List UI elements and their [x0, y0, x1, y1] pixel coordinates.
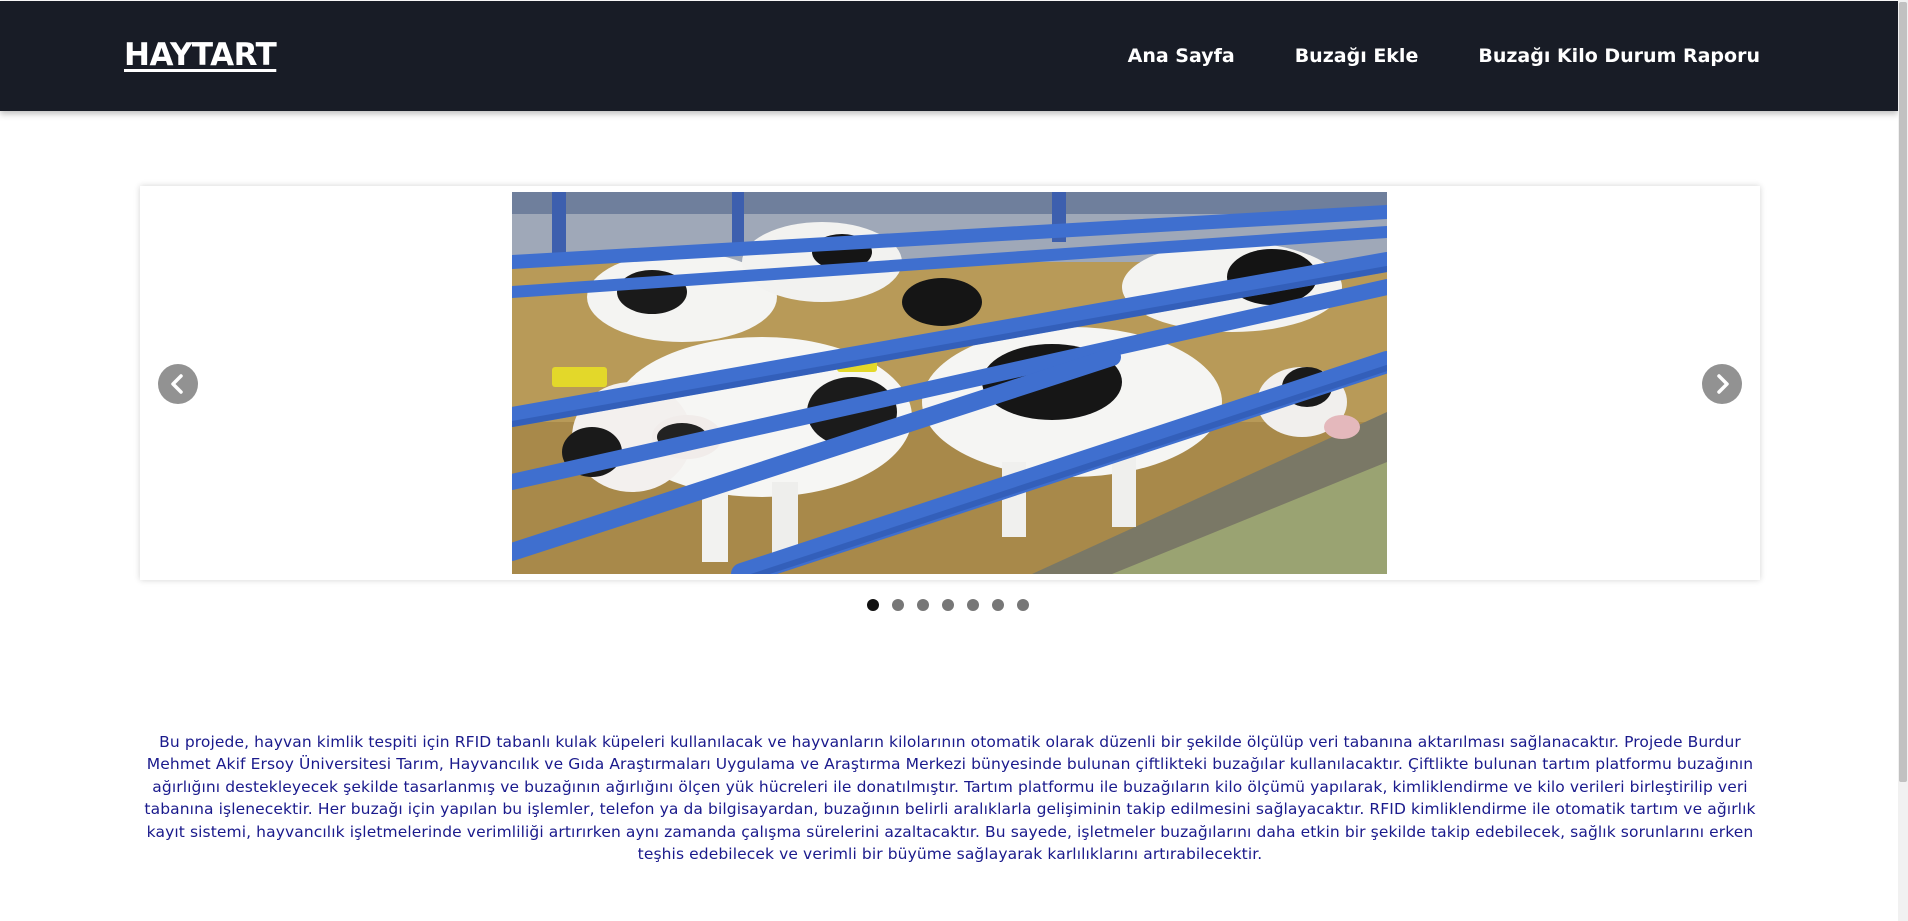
- carousel-indicators: [867, 599, 1029, 611]
- nav-link-add-calf[interactable]: Buzağı Ekle: [1295, 45, 1419, 67]
- carousel-dot-1[interactable]: [867, 599, 879, 611]
- chevron-left-icon: [171, 374, 183, 394]
- chevron-right-icon: [1717, 374, 1729, 394]
- project-description: Bu projede, hayvan kimlik tespiti için R…: [144, 732, 1756, 864]
- calves-photo: [512, 192, 1387, 574]
- nav-link-home[interactable]: Ana Sayfa: [1128, 45, 1235, 67]
- carousel-prev-button[interactable]: [158, 364, 198, 404]
- nav-links: Ana Sayfa Buzağı Ekle Buzağı Kilo Durum …: [1128, 45, 1760, 67]
- brand-link[interactable]: HAYTART: [124, 37, 277, 73]
- scrollbar[interactable]: [1898, 0, 1908, 921]
- carousel-dot-7[interactable]: [1017, 599, 1029, 611]
- scrollbar-thumb[interactable]: [1899, 2, 1907, 782]
- carousel-dot-5[interactable]: [967, 599, 979, 611]
- carousel-next-button[interactable]: [1702, 364, 1742, 404]
- nav-link-weight-report[interactable]: Buzağı Kilo Durum Raporu: [1478, 45, 1760, 67]
- carousel-dot-3[interactable]: [917, 599, 929, 611]
- carousel-dot-6[interactable]: [992, 599, 1004, 611]
- top-navbar: HAYTART Ana Sayfa Buzağı Ekle Buzağı Kil…: [0, 1, 1898, 111]
- image-carousel: [140, 186, 1760, 580]
- carousel-dot-4[interactable]: [942, 599, 954, 611]
- carousel-slide-image: [512, 192, 1387, 574]
- carousel-dot-2[interactable]: [892, 599, 904, 611]
